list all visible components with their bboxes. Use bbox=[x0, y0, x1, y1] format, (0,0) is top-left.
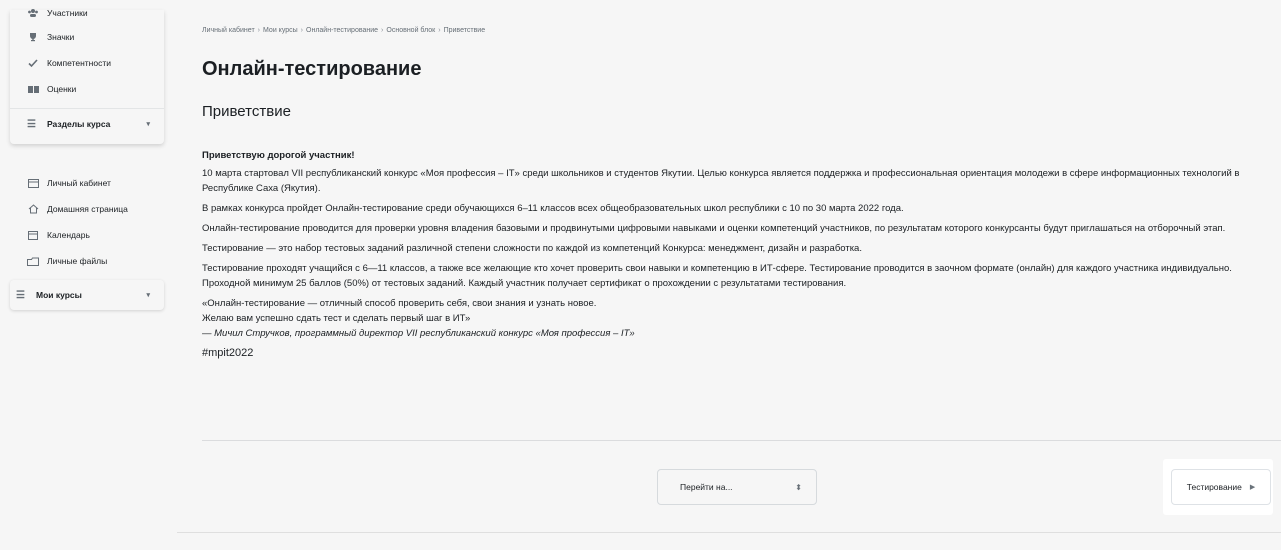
files-icon bbox=[27, 255, 39, 267]
home-icon bbox=[27, 203, 39, 215]
sidebar-item-label: Участники bbox=[47, 7, 88, 18]
list-icon: ☰ bbox=[16, 289, 25, 301]
sidebar-item-badges[interactable]: Значки bbox=[10, 24, 164, 50]
breadcrumb-current: Приветствие bbox=[443, 27, 486, 34]
sidebar-item-label: Личный кабинет bbox=[47, 178, 111, 188]
breadcrumb-separator: › bbox=[438, 27, 441, 34]
greeting-text: Приветствую дорогой участник! bbox=[202, 150, 355, 161]
course-menu-card: Участники Значки Компетентности Оценки ☰… bbox=[10, 8, 164, 144]
sidebar-item-label: Значки bbox=[47, 32, 75, 42]
page-content: Приветствую дорогой участник! 10 марта с… bbox=[202, 148, 1272, 366]
sidebar-item-files[interactable]: Личные файлы bbox=[10, 248, 164, 274]
dashboard-icon bbox=[27, 177, 39, 189]
breadcrumb-separator: › bbox=[381, 27, 384, 34]
caret-right-icon: ▶ bbox=[1249, 484, 1256, 491]
breadcrumb-course[interactable]: Онлайн-тестирование bbox=[306, 27, 378, 34]
paragraph: Онлайн-тестирование проводится для прове… bbox=[202, 223, 1226, 234]
paragraph: 10 марта стартовал VII республиканский к… bbox=[202, 168, 1240, 194]
site-nav: Личный кабинет Домашняя страница Календа… bbox=[10, 170, 164, 274]
next-activity-label: Тестирование bbox=[1186, 482, 1242, 492]
quote-author: — Мичил Стручков, программный директор V… bbox=[202, 328, 635, 339]
my-courses-label: Мои курсы bbox=[36, 290, 82, 300]
grades-icon bbox=[27, 83, 39, 95]
chevron-down-icon: ▾ bbox=[146, 121, 150, 128]
users-icon bbox=[27, 7, 39, 19]
my-courses-toggle[interactable]: ☰ Мои курсы ▾ bbox=[10, 280, 164, 310]
chevron-down-icon: ▾ bbox=[146, 292, 150, 299]
breadcrumb-section[interactable]: Основной блок bbox=[386, 27, 435, 34]
jump-to-label: Перейти на... bbox=[680, 482, 733, 492]
sidebar-item-participants[interactable]: Участники bbox=[10, 1, 164, 24]
paragraph: Тестирование проходят учащийся с 6—11 кл… bbox=[202, 263, 1232, 289]
sidebar-item-label: Личные файлы bbox=[47, 256, 108, 266]
sidebar-item-grades[interactable]: Оценки bbox=[10, 76, 164, 102]
sidebar-item-calendar[interactable]: Календарь bbox=[10, 222, 164, 248]
breadcrumb-separator: › bbox=[300, 27, 304, 34]
sidebar-item-label: Оценки bbox=[47, 84, 77, 94]
course-sections-label: Разделы курса bbox=[47, 119, 111, 129]
list-icon: ☰ bbox=[27, 118, 36, 130]
sidebar-item-label: Календарь bbox=[47, 230, 90, 240]
paragraph: В рамках конкурса пройдет Онлайн-тестиро… bbox=[202, 203, 904, 214]
sidebar-item-competencies[interactable]: Компетентности bbox=[10, 50, 164, 76]
breadcrumb: Личный кабинет › Мои курсы › Онлайн-тестиров… bbox=[202, 27, 485, 34]
calendar-icon bbox=[27, 229, 39, 241]
quote-line: «Онлайн-тестирование — отличный способ п… bbox=[202, 298, 597, 309]
paragraph: Тестирование — это набор тестовых задани… bbox=[202, 243, 862, 254]
breadcrumb-dashboard[interactable]: Личный кабинет bbox=[202, 27, 255, 34]
breadcrumb-my-courses[interactable]: Мои курсы bbox=[263, 27, 298, 34]
breadcrumb-separator: › bbox=[257, 27, 261, 34]
trophy-icon bbox=[27, 31, 39, 43]
jump-to-select[interactable]: Перейти на... ⬍ bbox=[657, 469, 817, 505]
page-title: Онлайн-тестирование bbox=[202, 58, 422, 80]
next-activity-button[interactable]: Тестирование ▶ bbox=[1171, 469, 1271, 505]
sidebar: Участники Значки Компетентности Оценки ☰… bbox=[0, 8, 177, 550]
quote-line: Желаю вам успешно сдать тест и сделать п… bbox=[202, 313, 471, 324]
footer-divider bbox=[177, 532, 1281, 533]
hashtag: #mpit2022 bbox=[202, 347, 254, 359]
sidebar-item-label: Домашняя страница bbox=[47, 204, 128, 214]
section-title: Приветствие bbox=[202, 103, 291, 120]
sidebar-item-home[interactable]: Домашняя страница bbox=[10, 196, 164, 222]
divider bbox=[202, 440, 1281, 441]
my-courses-card: ☰ Мои курсы ▾ bbox=[10, 280, 164, 310]
main-content: Личный кабинет › Мои курсы › Онлайн-тестиров… bbox=[177, 10, 1281, 550]
course-sections-toggle[interactable]: ☰ Разделы курса ▾ bbox=[10, 108, 164, 139]
sidebar-item-dashboard[interactable]: Личный кабинет bbox=[10, 170, 164, 196]
sidebar-item-label: Компетентности bbox=[47, 58, 111, 68]
check-icon bbox=[27, 57, 39, 69]
select-arrows-icon: ⬍ bbox=[795, 482, 802, 492]
